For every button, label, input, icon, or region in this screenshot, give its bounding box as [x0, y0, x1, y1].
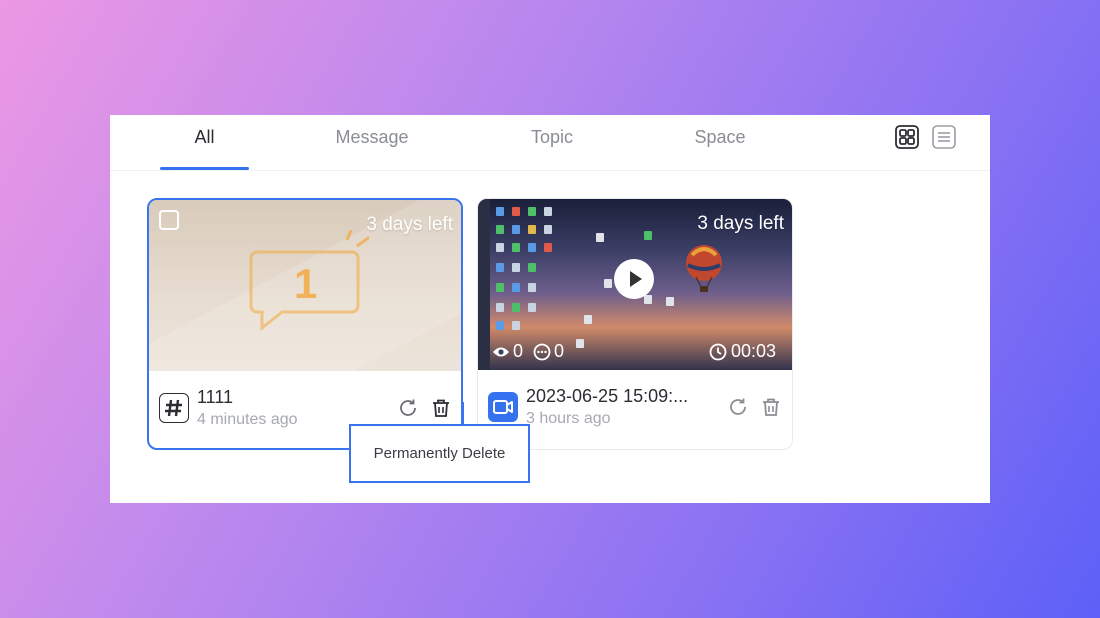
tab-bar: All Message Topic Space: [110, 115, 990, 171]
thumbnail-number: 1: [294, 260, 318, 307]
tab-all[interactable]: All: [160, 127, 249, 171]
active-tab-indicator: [160, 167, 249, 170]
tooltip-pointer: [462, 402, 464, 426]
trash-card-video[interactable]: 3 days left 0 0 00:03 2023-06-25 15:09:.…: [477, 198, 793, 450]
video-camera-icon: [488, 392, 518, 422]
item-title: 2023-06-25 15:09:...: [526, 386, 689, 406]
restore-icon[interactable]: [727, 396, 749, 418]
days-left-badge: 3 days left: [366, 214, 453, 235]
hot-air-balloon-image: [686, 245, 722, 292]
tab-space[interactable]: Space: [680, 127, 760, 171]
comment-count: 0: [533, 341, 564, 362]
tab-message[interactable]: Message: [322, 127, 422, 171]
view-count: 0: [492, 341, 523, 362]
card-thumbnail[interactable]: 1 3 days left: [149, 200, 461, 371]
item-title: 1111: [197, 387, 234, 407]
delete-icon[interactable]: [430, 397, 452, 419]
trash-panel: All Message Topic Space 1 3 days left 11…: [110, 115, 990, 503]
select-checkbox[interactable]: [159, 210, 179, 230]
eye-icon: [493, 347, 509, 356]
comment-icon: [533, 343, 551, 360]
video-duration: 00:03: [709, 341, 776, 362]
item-time: 3 hours ago: [526, 410, 611, 427]
list-view-icon[interactable]: [932, 125, 956, 149]
clock-icon: [709, 343, 727, 360]
delete-icon[interactable]: [760, 396, 782, 418]
hashtag-icon: [159, 393, 189, 423]
permanently-delete-tooltip: Permanently Delete: [349, 424, 530, 483]
grid-view-icon[interactable]: [895, 125, 919, 149]
tab-topic[interactable]: Topic: [512, 127, 592, 171]
trash-card-topic[interactable]: 1 3 days left 1111 4 minutes ago: [147, 198, 463, 450]
video-stats: 0 0: [492, 341, 564, 362]
video-thumbnail[interactable]: 3 days left 0 0 00:03: [478, 199, 792, 370]
days-left-badge: 3 days left: [697, 213, 784, 234]
item-time: 4 minutes ago: [197, 411, 298, 428]
play-button[interactable]: [614, 259, 654, 299]
restore-icon[interactable]: [397, 397, 419, 419]
